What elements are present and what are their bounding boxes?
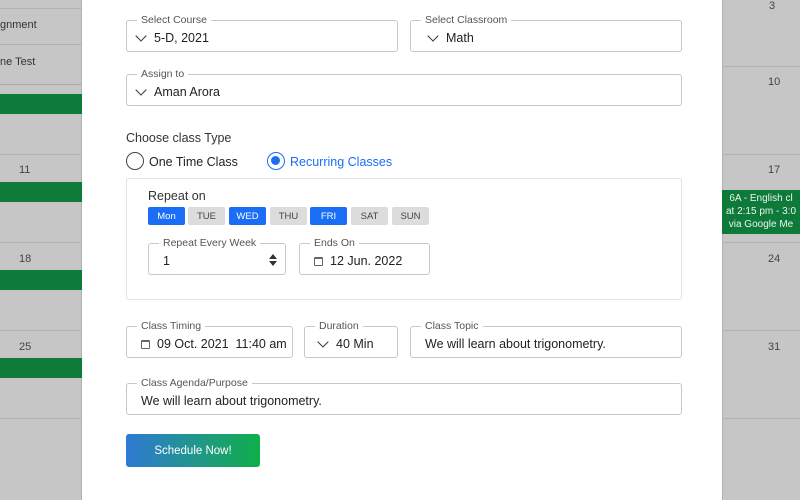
calendar-sidebar-item: gnment — [0, 19, 37, 31]
class-timing-value-wrap: 09 Oct. 2021 11:40 am — [141, 337, 287, 351]
calendar-date-number: 10 — [768, 76, 781, 88]
calendar-gridline — [0, 8, 82, 9]
duration-value: 40 Min — [336, 337, 374, 351]
class-agenda-label: Class Agenda/Purpose — [137, 377, 252, 390]
day-toggle-sat[interactable]: SAT — [351, 207, 388, 225]
calendar-event-english[interactable]: 6A - English cl at 2:15 pm - 3:0 via Goo… — [722, 190, 800, 234]
calendar-date-number: 18 — [19, 253, 32, 265]
calendar-gridline — [722, 66, 800, 67]
calendar-gridline — [0, 418, 82, 419]
ends-on-value-wrap: 12 Jun. 2022 — [314, 254, 402, 268]
day-toggle-wed[interactable]: WED — [229, 207, 266, 225]
calendar-date-number: 24 — [768, 253, 781, 265]
calendar-gridline — [0, 44, 82, 45]
calendar-icon — [141, 339, 150, 349]
select-course-value: 5-D, 2021 — [154, 31, 209, 45]
assign-to-label: Assign to — [137, 68, 189, 81]
calendar-date-number: 3 — [769, 0, 776, 12]
day-toggle-tue[interactable]: TUE — [188, 207, 225, 225]
calendar-event-bar — [0, 94, 82, 114]
calendar-gridline — [0, 154, 82, 155]
calendar-gridline — [722, 242, 800, 243]
repeat-every-week-value: 1 — [163, 254, 170, 268]
calendar-right-column — [722, 0, 800, 500]
recurring-classes-label[interactable]: Recurring Classes — [290, 155, 392, 169]
select-course-value-wrap: 5-D, 2021 — [135, 30, 209, 45]
calendar-event-bar — [0, 270, 82, 290]
calendar-date-number: 11 — [19, 164, 31, 176]
one-time-class-label[interactable]: One Time Class — [149, 155, 238, 169]
duration-value-wrap: 40 Min — [317, 336, 374, 351]
calendar-icon — [314, 256, 323, 266]
repeat-on-heading: Repeat on — [148, 189, 206, 203]
day-toggle-thu[interactable]: THU — [270, 207, 307, 225]
chevron-down-icon — [135, 84, 147, 96]
duration-dropdown[interactable]: Duration 40 Min — [304, 320, 398, 358]
assign-to-value: Aman Arora — [154, 85, 221, 99]
class-timing-field[interactable]: Class Timing 09 Oct. 2021 11:40 am — [126, 320, 293, 358]
select-classroom-label: Select Classroom — [421, 14, 512, 27]
ends-on-label: Ends On — [310, 237, 359, 250]
class-topic-value: We will learn about trigonometry. — [425, 337, 606, 351]
stepper-arrows-icon[interactable] — [269, 254, 277, 266]
duration-label: Duration — [315, 320, 363, 333]
ends-on-date-field[interactable]: Ends On 12 Jun. 2022 — [299, 237, 430, 275]
calendar-date-number: 31 — [768, 341, 781, 353]
calendar-gridline — [0, 330, 82, 331]
assign-to-dropdown[interactable]: Assign to Aman Arora — [126, 68, 682, 106]
day-toggle-mon[interactable]: Mon — [148, 207, 185, 225]
chevron-down-icon — [317, 336, 329, 348]
day-toggle-fri[interactable]: FRI — [310, 207, 347, 225]
select-course-dropdown[interactable]: Select Course 5-D, 2021 — [126, 14, 398, 52]
select-classroom-value: Math — [446, 31, 474, 45]
repeat-every-week-label: Repeat Every Week — [159, 237, 261, 250]
calendar-left-column — [0, 0, 82, 500]
calendar-divider — [722, 0, 723, 500]
select-course-label: Select Course — [137, 14, 211, 27]
class-topic-label: Class Topic — [421, 320, 483, 333]
class-agenda-input[interactable]: Class Agenda/Purpose We will learn about… — [126, 377, 682, 415]
calendar-event-line: at 2:15 pm - 3:0 — [725, 206, 797, 217]
calendar-gridline — [722, 330, 800, 331]
class-timing-label: Class Timing — [137, 320, 206, 333]
schedule-now-button[interactable]: Schedule Now! — [126, 434, 260, 467]
class-timing-value: 09 Oct. 2021 11:40 am — [157, 337, 287, 351]
calendar-event-bar — [0, 182, 82, 202]
calendar-gridline — [0, 242, 82, 243]
calendar-date-number: 17 — [768, 164, 781, 176]
calendar-event-line: via Google Me — [728, 219, 794, 230]
day-toggle-sun[interactable]: SUN — [392, 207, 429, 225]
calendar-gridline — [722, 418, 800, 419]
class-topic-input[interactable]: Class Topic We will learn about trigonom… — [410, 320, 682, 358]
calendar-event-line: 6A - English cl — [729, 193, 793, 204]
repeat-every-week-stepper[interactable]: Repeat Every Week 1 — [148, 237, 286, 275]
calendar-sidebar-item: ne Test — [0, 56, 36, 68]
class-type-heading: Choose class Type — [126, 131, 232, 145]
ends-on-value: 12 Jun. 2022 — [330, 254, 403, 268]
select-classroom-value-wrap: Math — [427, 30, 474, 45]
calendar-gridline — [0, 84, 82, 85]
radio-recurring-classes[interactable] — [267, 152, 285, 170]
calendar-date-number: 25 — [19, 341, 32, 353]
calendar-gridline — [722, 154, 800, 155]
select-classroom-dropdown[interactable]: Select Classroom Math — [410, 14, 682, 52]
class-agenda-value: We will learn about trigonometry. — [141, 394, 322, 408]
chevron-down-icon — [427, 30, 439, 42]
assign-to-value-wrap: Aman Arora — [135, 84, 221, 99]
radio-one-time-class[interactable] — [126, 152, 144, 170]
chevron-down-icon — [135, 30, 147, 42]
calendar-event-bar — [0, 358, 82, 378]
